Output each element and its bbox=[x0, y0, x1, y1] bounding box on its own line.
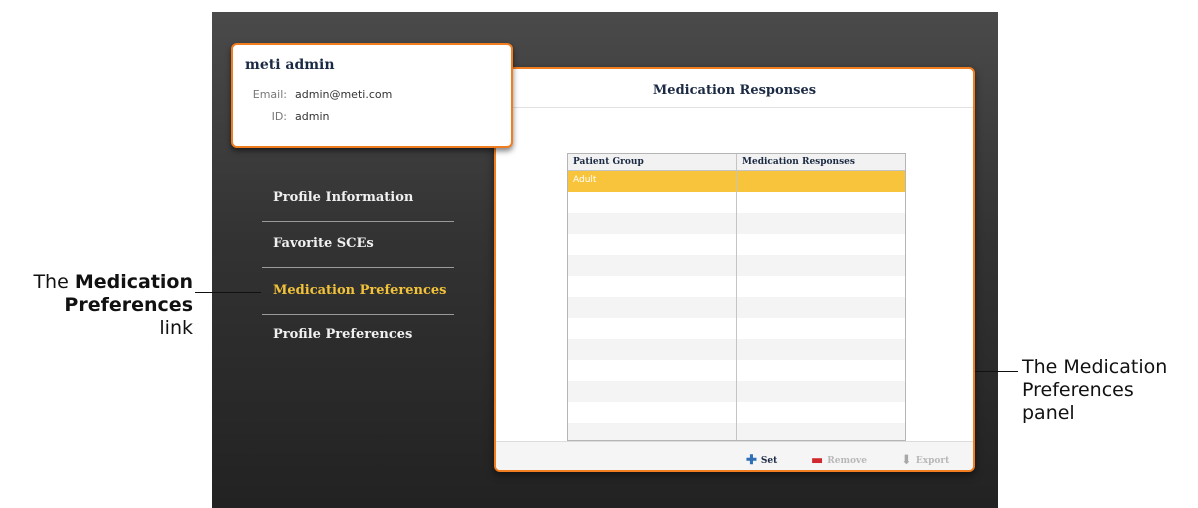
nav-divider bbox=[262, 221, 454, 222]
column-divider bbox=[736, 170, 737, 440]
callout-right-line-2: Preferences bbox=[1022, 379, 1134, 401]
column-header-medication-responses[interactable]: Medication Responses bbox=[737, 154, 905, 170]
set-label: Set bbox=[760, 456, 778, 466]
callout-line-3: link bbox=[159, 317, 193, 339]
profile-card: meti admin Email: admin@meti.com ID: admin bbox=[231, 43, 513, 148]
export-button[interactable]: ⬇ Export bbox=[901, 453, 949, 468]
id-label: ID: bbox=[271, 110, 287, 123]
email-value: admin@meti.com bbox=[295, 88, 393, 101]
minus-icon: ▬ bbox=[811, 453, 824, 468]
callout-medication-preferences-panel: The Medication Preferences panel bbox=[1022, 356, 1167, 425]
cell-medication-responses bbox=[737, 171, 905, 192]
callout-medication-preferences-link: The Medication Preferences link bbox=[10, 271, 193, 340]
remove-label: Remove bbox=[827, 456, 867, 466]
title-divider bbox=[496, 107, 973, 108]
profile-id-row: ID: admin bbox=[245, 110, 330, 123]
callout-line-1: The Medication bbox=[10, 271, 193, 294]
set-button[interactable]: ✚ Set bbox=[746, 453, 777, 468]
medication-responses-table: Patient Group Medication Responses Adult bbox=[567, 153, 906, 441]
email-label: Email: bbox=[252, 88, 287, 101]
plus-icon: ✚ bbox=[746, 453, 757, 468]
nav-favorite-sces[interactable]: Favorite SCEs bbox=[273, 236, 374, 251]
profile-name: meti admin bbox=[245, 57, 335, 73]
nav-medication-preferences[interactable]: Medication Preferences bbox=[273, 283, 446, 298]
cell-patient-group: Adult bbox=[568, 171, 737, 192]
nav-profile-preferences[interactable]: Profile Preferences bbox=[273, 327, 412, 342]
remove-button[interactable]: ▬ Remove bbox=[811, 453, 867, 468]
export-label: Export bbox=[915, 456, 950, 466]
callout-bold-1: Medication bbox=[74, 271, 193, 293]
panel-title: Medication Responses bbox=[652, 83, 817, 98]
column-header-patient-group[interactable]: Patient Group bbox=[568, 154, 737, 170]
callout-right-line-3: panel bbox=[1022, 402, 1075, 424]
callout-bold-2: Preferences bbox=[64, 294, 193, 316]
callout-prefix: The bbox=[33, 271, 75, 293]
nav-profile-information[interactable]: Profile Information bbox=[273, 190, 413, 205]
arrow-down-icon: ⬇ bbox=[901, 453, 912, 468]
id-value: admin bbox=[295, 110, 330, 123]
table-header: Patient Group Medication Responses bbox=[568, 154, 905, 171]
nav-divider bbox=[262, 314, 454, 315]
callout-line-2: Preferences bbox=[10, 294, 193, 317]
panel-footer: ✚ Set ▬ Remove ⬇ Export bbox=[496, 442, 973, 470]
callout-right-line-1: The Medication bbox=[1022, 356, 1168, 378]
leader-line-left bbox=[195, 292, 261, 293]
profile-email-row: Email: admin@meti.com bbox=[245, 88, 393, 101]
medication-preferences-panel: Medication Responses Patient Group Medic… bbox=[494, 67, 975, 472]
nav-divider bbox=[262, 267, 454, 268]
